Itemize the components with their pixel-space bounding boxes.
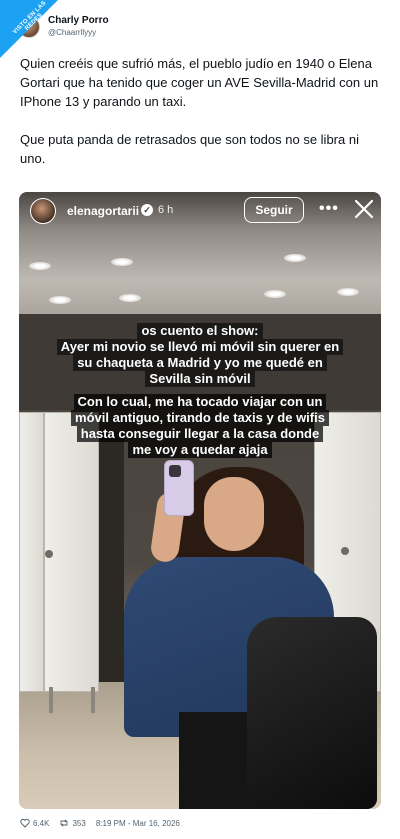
tweet-body: Quien creéis que sufrió más, el pueblo j… xyxy=(20,54,382,187)
stall-gap xyxy=(99,432,124,682)
retweet-count: 353 xyxy=(72,818,86,828)
ceiling-light xyxy=(337,288,359,296)
door-knob xyxy=(45,550,53,558)
retweet-icon xyxy=(61,819,68,827)
ceiling-light xyxy=(49,296,71,304)
story-header: elenagortarii ✓ 6 h Seguir ••• xyxy=(19,192,381,232)
heart-icon xyxy=(20,818,30,828)
leather-jacket xyxy=(247,617,377,809)
story-username[interactable]: elenagortarii xyxy=(67,204,139,218)
caption-line: su chaqueta a Madrid y yo me quedé en xyxy=(73,355,327,371)
story-caption-2: Con lo cual, me ha tocado viajar con un … xyxy=(19,394,381,458)
caption-line: móvil antiguo, tirando de taxis y de wif… xyxy=(71,410,329,426)
tweet-footer: 6.4K 353 8:19 PM - Mar 16, 2026 xyxy=(20,815,180,831)
verified-icon: ✓ xyxy=(141,204,153,216)
tweet-timestamp[interactable]: 8:19 PM - Mar 16, 2026 xyxy=(96,819,180,828)
story-avatar[interactable] xyxy=(30,198,56,224)
tweet-paragraph-1: Quien creéis que sufrió más, el pueblo j… xyxy=(20,56,379,109)
caption-line: Ayer mi novio se llevó mi móvil sin quer… xyxy=(56,339,344,355)
follow-button[interactable]: Seguir xyxy=(244,197,304,223)
caption-line: hasta conseguir llegar a la casa donde xyxy=(76,426,324,442)
door-knob xyxy=(341,547,349,555)
like-count: 6.4K xyxy=(33,818,50,828)
caption-line: me voy a quedar ajaja xyxy=(128,442,272,458)
like-stat[interactable]: 6.4K xyxy=(20,818,49,828)
retweet-stat[interactable]: 353 xyxy=(59,818,86,828)
caption-line: Con lo cual, me ha tocado viajar con un xyxy=(73,394,327,410)
ceiling-light xyxy=(264,290,286,298)
phone-camera xyxy=(169,465,181,477)
ceiling-light xyxy=(111,258,133,266)
ceiling-light xyxy=(119,294,141,302)
close-icon[interactable] xyxy=(353,198,375,220)
tweet-paragraph-2: Que puta panda de retrasados que son tod… xyxy=(20,132,359,166)
story-screenshot[interactable]: elenagortarii ✓ 6 h Seguir ••• os cuento… xyxy=(19,192,381,809)
story-time: 6 h xyxy=(158,204,174,216)
phone-in-hand xyxy=(164,460,194,516)
caption-line: Sevilla sin móvil xyxy=(145,371,255,387)
story-caption-1: os cuento el show: Ayer mi novio se llev… xyxy=(19,323,381,387)
caption-line: os cuento el show: xyxy=(137,323,263,339)
stall-leg xyxy=(49,687,53,713)
ceiling-light xyxy=(29,262,51,270)
ceiling-light xyxy=(284,254,306,262)
more-icon[interactable]: ••• xyxy=(319,200,339,218)
person-face xyxy=(204,477,264,551)
stall-leg xyxy=(91,687,95,713)
